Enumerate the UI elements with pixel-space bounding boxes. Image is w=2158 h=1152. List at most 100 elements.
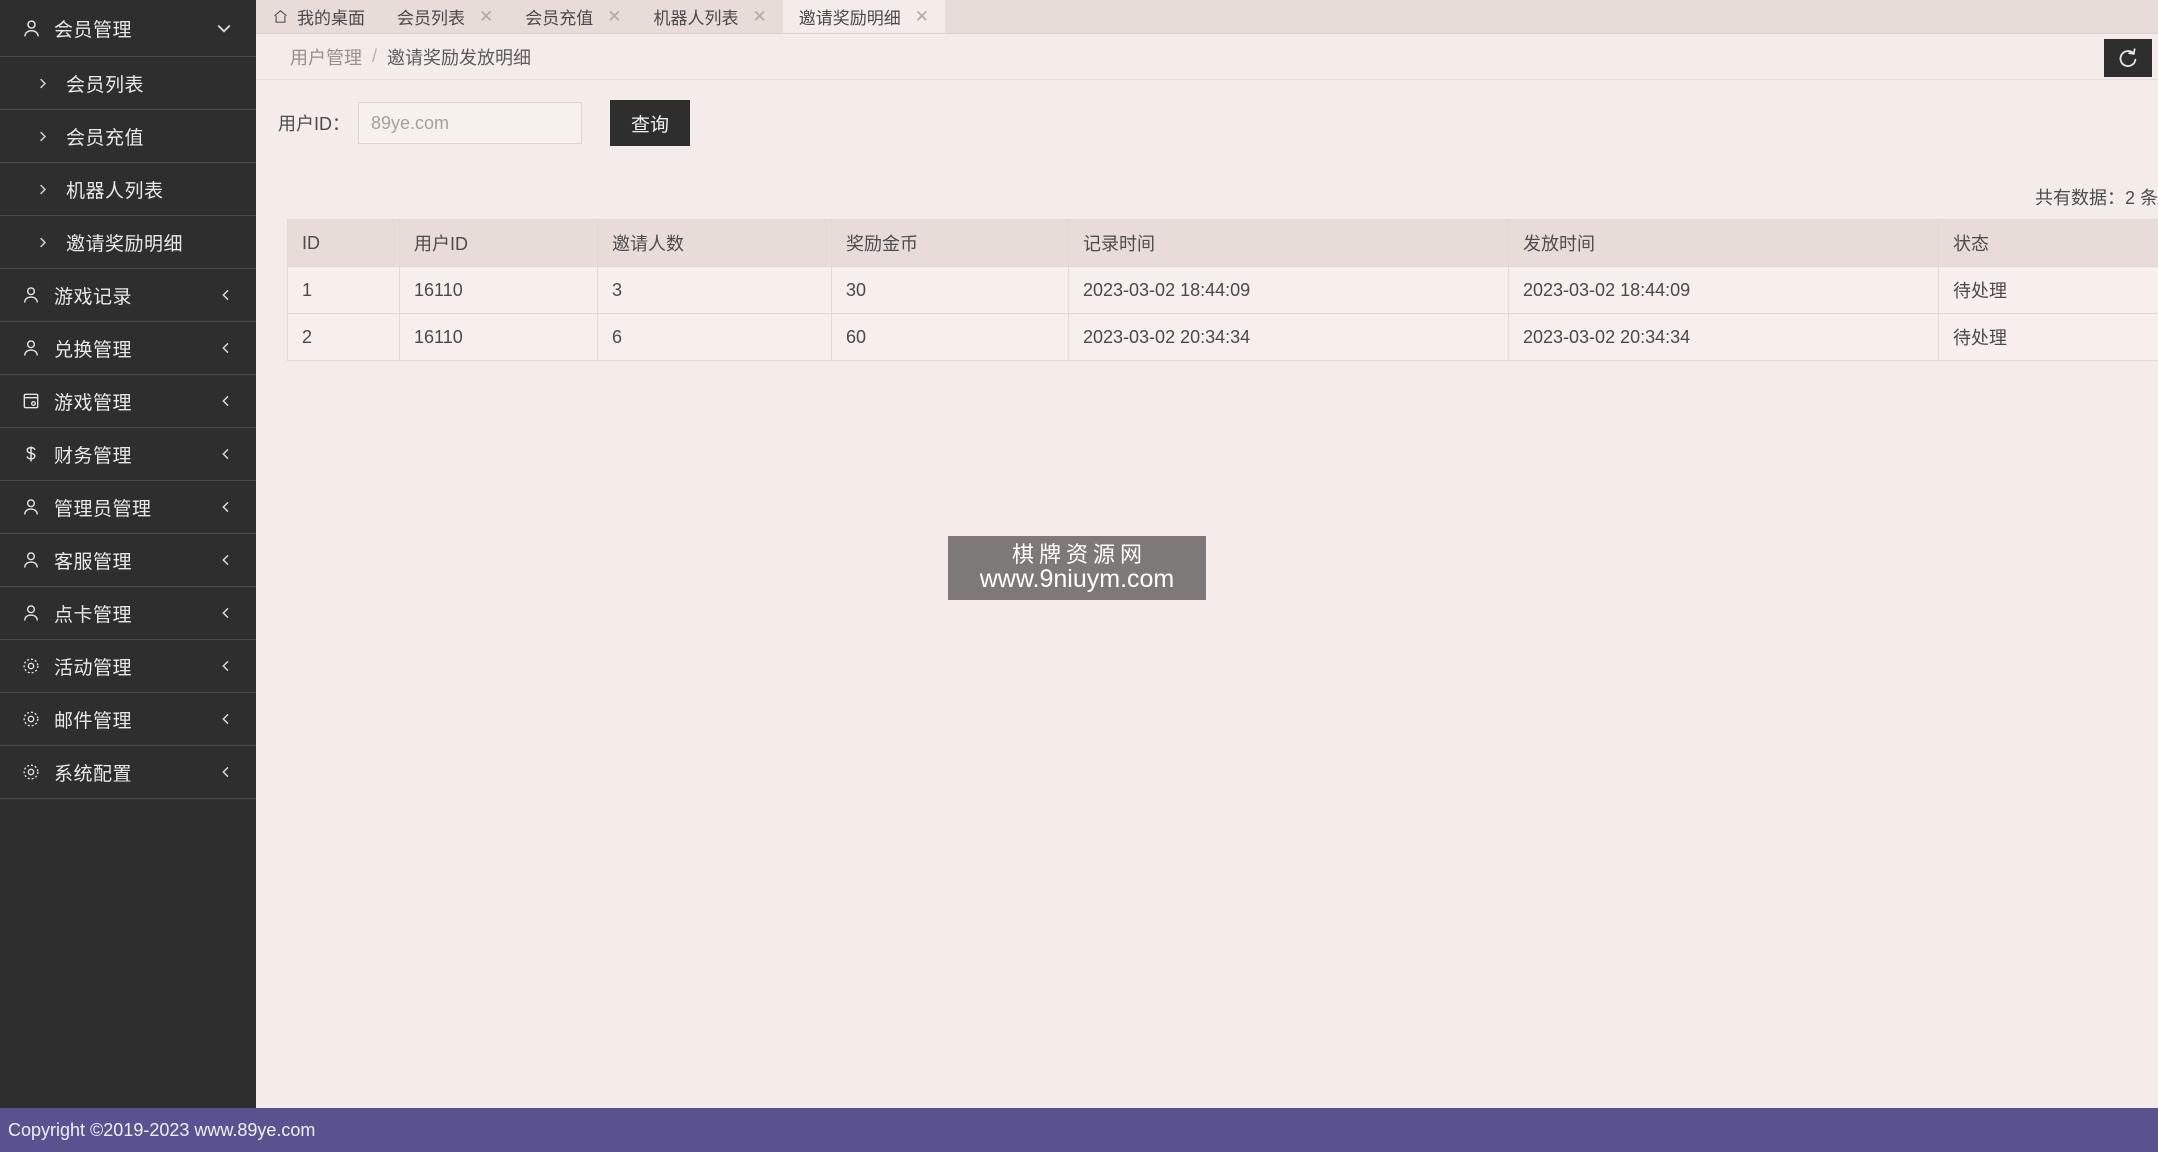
home-icon [272, 8, 289, 25]
filter-toolbar: 用户ID： 查询 [256, 92, 2158, 154]
chevron-right-icon [30, 76, 54, 91]
sidebar-group-label: 会员管理 [54, 19, 133, 41]
watermark-url: www.9niuym.com [979, 565, 1175, 594]
tab-label: 会员充值 [525, 9, 594, 28]
chevron-left-icon[interactable] [218, 658, 234, 674]
column-header-user-id[interactable]: 用户ID [399, 219, 598, 267]
data-table-container: ID 用户ID 邀请人数 奖励金币 记录时间 发放时间 状态 1 16110 3… [287, 219, 2158, 361]
tab-member-list[interactable]: 会员列表 ✕ [381, 0, 509, 33]
sidebar-item-label: 机器人列表 [66, 180, 164, 202]
sidebar-item-label: 邮件管理 [54, 710, 133, 732]
chevron-left-icon[interactable] [218, 605, 234, 621]
chevron-left-icon[interactable] [218, 552, 234, 568]
sidebar-item-point-card-management[interactable]: 点卡管理 [0, 587, 256, 640]
sidebar-item-activity-management[interactable]: 活动管理 [0, 640, 256, 693]
sidebar-item-label: 财务管理 [54, 445, 133, 467]
sidebar-item-admin-management[interactable]: 管理员管理 [0, 481, 256, 534]
refresh-button[interactable] [2104, 39, 2152, 77]
cell-invite-count: 6 [597, 313, 832, 361]
cell-issue-time: 2023-03-02 20:34:34 [1508, 313, 1939, 361]
sidebar-item-label: 客服管理 [54, 551, 133, 573]
cell-reward-coin: 30 [831, 266, 1069, 314]
refresh-icon [2116, 46, 2140, 70]
chevron-right-icon [30, 235, 54, 250]
column-header-record-time[interactable]: 记录时间 [1068, 219, 1509, 267]
sidebar-item-robot-list[interactable]: 机器人列表 [0, 163, 256, 216]
table-head: ID 用户ID 邀请人数 奖励金币 记录时间 发放时间 状态 [287, 219, 2158, 267]
table-body: 1 16110 3 30 2023-03-02 18:44:09 2023-03… [287, 266, 2158, 361]
user-icon [18, 603, 44, 623]
sidebar-item-label: 兑换管理 [54, 339, 133, 361]
tab-label: 会员列表 [397, 9, 465, 28]
breadcrumb-bar: 用户管理 / 邀请奖励发放明细 [256, 34, 2158, 80]
cell-invite-count: 3 [597, 266, 832, 314]
close-icon[interactable]: ✕ [479, 8, 493, 25]
cell-user-id: 16110 [399, 266, 598, 314]
table-row[interactable]: 1 16110 3 30 2023-03-02 18:44:09 2023-03… [287, 266, 2158, 314]
admin-page: 会员管理 会员列表 会员充值 机器人列表 邀请奖励明细 游戏记录 兑换管理 游戏… [0, 0, 2158, 1152]
tab-invite-reward-detail[interactable]: 邀请奖励明细 ✕ [782, 0, 945, 33]
chevron-left-icon[interactable] [218, 340, 234, 356]
sidebar-item-member-recharge[interactable]: 会员充值 [0, 110, 256, 163]
table-row[interactable]: 2 16110 6 60 2023-03-02 20:34:34 2023-03… [287, 313, 2158, 361]
column-header-issue-time[interactable]: 发放时间 [1508, 219, 1939, 267]
sidebar-item-label: 游戏记录 [54, 286, 133, 308]
chevron-left-icon[interactable] [218, 287, 234, 303]
tab-member-recharge[interactable]: 会员充值 ✕ [509, 0, 637, 33]
sidebar-item-member-list[interactable]: 会员列表 [0, 57, 256, 110]
tab-label: 机器人列表 [653, 9, 739, 28]
sidebar-item-exchange-management[interactable]: 兑换管理 [0, 322, 256, 375]
breadcrumb-parent[interactable]: 用户管理 [290, 44, 362, 70]
sidebar-item-game-management[interactable]: 游戏管理 [0, 375, 256, 428]
close-icon[interactable]: ✕ [607, 8, 621, 25]
chevron-right-icon [30, 129, 54, 144]
chevron-left-icon[interactable] [218, 446, 234, 462]
gear-icon [18, 656, 44, 676]
tab-my-desktop[interactable]: 我的桌面 [256, 0, 381, 33]
cell-record-time: 2023-03-02 18:44:09 [1068, 266, 1509, 314]
column-header-reward-coin[interactable]: 奖励金币 [831, 219, 1069, 267]
query-button[interactable]: 查询 [610, 100, 690, 146]
card-icon [18, 391, 44, 411]
sidebar-item-finance-management[interactable]: 财务管理 [0, 428, 256, 481]
gear-icon [18, 762, 44, 782]
gear-icon [18, 709, 44, 729]
sidebar-item-label: 点卡管理 [54, 604, 133, 626]
sidebar-item-label: 会员充值 [66, 127, 145, 149]
chevron-left-icon[interactable] [218, 764, 234, 780]
breadcrumb-separator: / [372, 46, 378, 66]
chevron-left-icon[interactable] [218, 499, 234, 515]
user-id-label: 用户ID： [278, 114, 350, 134]
cell-status: 待处理 [1938, 266, 2158, 314]
cell-record-time: 2023-03-02 20:34:34 [1068, 313, 1509, 361]
tab-robot-list[interactable]: 机器人列表 ✕ [638, 0, 783, 33]
tab-label: 我的桌面 [297, 9, 365, 28]
cell-user-id: 16110 [399, 313, 598, 361]
user-id-input[interactable] [358, 102, 582, 144]
chevron-right-icon [30, 182, 54, 197]
chevron-down-icon[interactable] [214, 18, 234, 38]
close-icon[interactable]: ✕ [753, 8, 767, 25]
column-header-invite-count[interactable]: 邀请人数 [597, 219, 832, 267]
sidebar-item-system-config[interactable]: 系统配置 [0, 746, 256, 799]
cell-status: 待处理 [1938, 313, 2158, 361]
sidebar-item-game-records[interactable]: 游戏记录 [0, 269, 256, 322]
sidebar-item-customer-service-management[interactable]: 客服管理 [0, 534, 256, 587]
record-count-text: 共有数据：2 条 [2034, 188, 2158, 208]
sidebar-item-label: 游戏管理 [54, 392, 133, 414]
sidebar-item-invite-reward-detail[interactable]: 邀请奖励明细 [0, 216, 256, 269]
sidebar-item-mail-management[interactable]: 邮件管理 [0, 693, 256, 746]
sidebar-group-members[interactable]: 会员管理 [0, 0, 256, 57]
user-icon [18, 285, 44, 305]
tab-bar: 我的桌面 会员列表 ✕ 会员充值 ✕ 机器人列表 ✕ 邀请奖励明细 ✕ [256, 0, 2158, 34]
user-icon [18, 497, 44, 517]
column-header-status[interactable]: 状态 [1938, 219, 2158, 267]
table-header-row: ID 用户ID 邀请人数 奖励金币 记录时间 发放时间 状态 [287, 219, 2158, 267]
sidebar-item-label: 会员列表 [66, 74, 145, 96]
chevron-left-icon[interactable] [218, 393, 234, 409]
cell-reward-coin: 60 [831, 313, 1069, 361]
column-header-id[interactable]: ID [287, 219, 400, 267]
invite-reward-table: ID 用户ID 邀请人数 奖励金币 记录时间 发放时间 状态 1 16110 3… [287, 219, 2158, 361]
close-icon[interactable]: ✕ [915, 8, 929, 25]
chevron-left-icon[interactable] [218, 711, 234, 727]
